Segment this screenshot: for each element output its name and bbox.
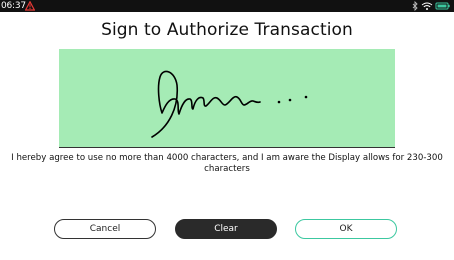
status-bar: 06:37 bbox=[0, 0, 454, 12]
clear-button[interactable]: Clear bbox=[175, 219, 277, 239]
agreement-text: I hereby agree to use no more than 4000 … bbox=[11, 153, 443, 174]
status-time: 06:37 bbox=[1, 1, 26, 11]
bluetooth-icon bbox=[412, 1, 418, 11]
wifi-icon bbox=[421, 2, 433, 10]
ok-button[interactable]: OK bbox=[295, 219, 397, 239]
signature-stroke bbox=[151, 70, 308, 138]
signature-pad[interactable] bbox=[59, 49, 395, 148]
cancel-button[interactable]: Cancel bbox=[54, 219, 156, 239]
warning-icon bbox=[25, 1, 35, 11]
signature-baseline bbox=[59, 147, 395, 148]
page-title: Sign to Authorize Transaction bbox=[101, 20, 353, 40]
battery-icon bbox=[435, 2, 450, 10]
status-icons bbox=[411, 1, 451, 11]
